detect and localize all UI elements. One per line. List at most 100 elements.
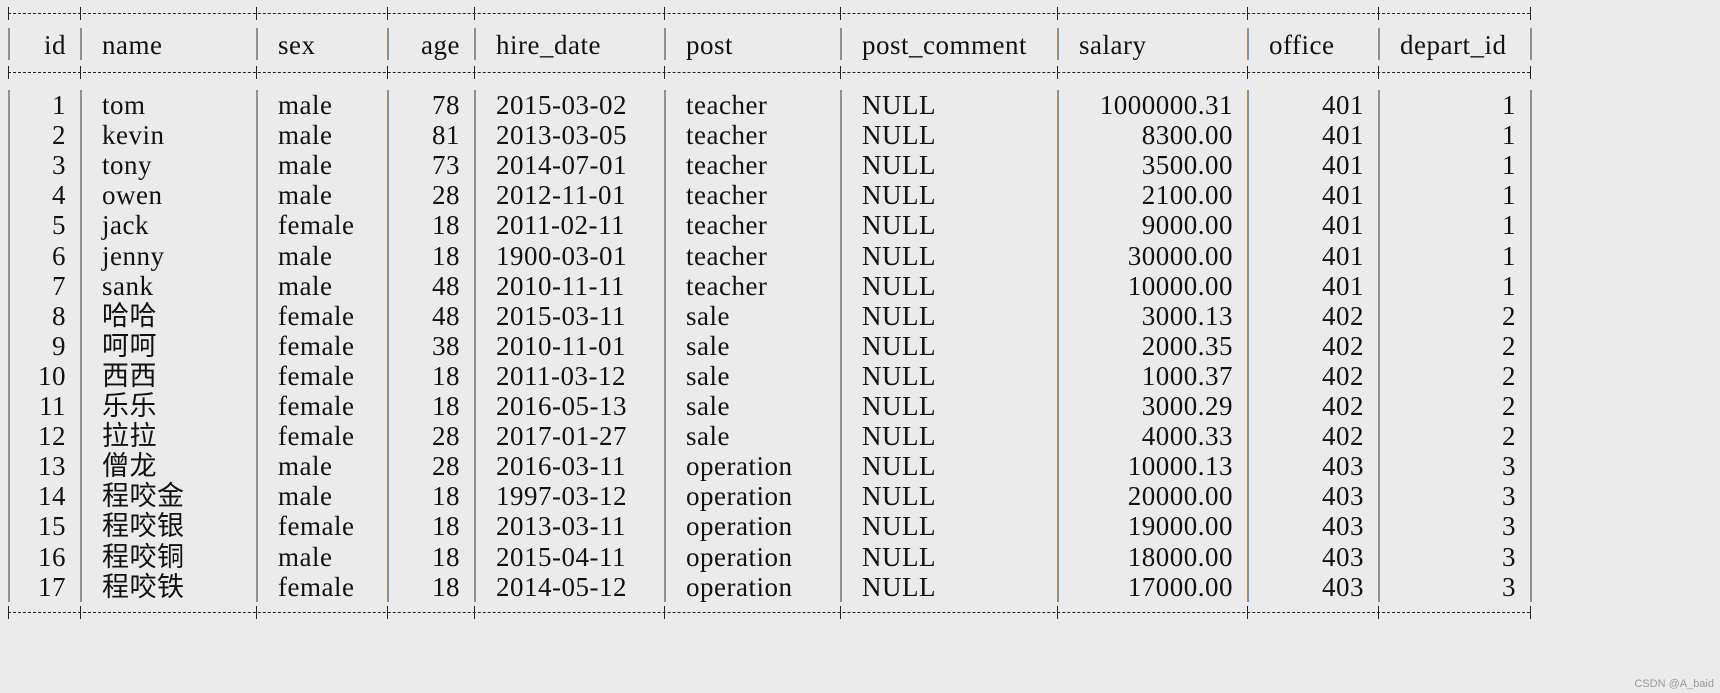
cell-post: sale bbox=[686, 421, 730, 452]
border-corner bbox=[7, 7, 9, 20]
cell-post: teacher bbox=[686, 150, 768, 181]
cell-name: kevin bbox=[102, 120, 165, 151]
border-corner bbox=[663, 7, 665, 20]
border-corner bbox=[1246, 7, 1248, 20]
cell-depart-id: 2 bbox=[1502, 391, 1516, 421]
cell-salary: 1000000.31 bbox=[1099, 90, 1233, 120]
cell-post-comment: NULL bbox=[862, 511, 936, 542]
cell-sex: male bbox=[278, 90, 333, 120]
cell-age: 28 bbox=[432, 421, 460, 452]
border-corner bbox=[839, 7, 841, 20]
cell-name: 僧龙 bbox=[102, 451, 157, 482]
column-header-depart-id: depart_id bbox=[1400, 30, 1507, 60]
column-header-id: id bbox=[43, 30, 66, 60]
cell-name: jenny bbox=[102, 240, 165, 271]
cell-post-comment: NULL bbox=[862, 571, 936, 602]
cell-hire-date: 1900-03-01 bbox=[496, 240, 627, 271]
cell-name: 程咬铁 bbox=[102, 571, 185, 602]
border-corner bbox=[79, 66, 81, 79]
cell-post: operation bbox=[686, 481, 793, 512]
cell-depart-id: 1 bbox=[1502, 120, 1516, 151]
border-corner bbox=[1246, 66, 1248, 79]
border-corner bbox=[255, 606, 257, 619]
cell-salary: 3500.00 bbox=[1141, 150, 1233, 181]
column-separator bbox=[474, 90, 476, 602]
cell-sex: male bbox=[278, 240, 333, 271]
cell-post: teacher bbox=[686, 210, 768, 241]
column-separator bbox=[8, 90, 10, 602]
cell-salary: 18000.00 bbox=[1127, 541, 1233, 572]
border-corner bbox=[79, 7, 81, 20]
cell-hire-date: 2012-11-01 bbox=[496, 180, 626, 211]
border-corner bbox=[1377, 7, 1379, 20]
cell-salary: 20000.00 bbox=[1127, 481, 1233, 512]
cell-office: 403 bbox=[1322, 511, 1364, 542]
border-corner bbox=[7, 66, 9, 79]
cell-office: 401 bbox=[1322, 150, 1364, 181]
column-header-age: age bbox=[421, 30, 460, 60]
column-separator bbox=[1057, 28, 1059, 60]
column-separator bbox=[80, 90, 82, 602]
cell-post-comment: NULL bbox=[862, 270, 936, 301]
cell-post: teacher bbox=[686, 90, 768, 120]
border-corner bbox=[255, 7, 257, 20]
cell-post-comment: NULL bbox=[862, 451, 936, 482]
cell-office: 402 bbox=[1322, 421, 1364, 452]
cell-hire-date: 2015-04-11 bbox=[496, 541, 626, 572]
cell-hire-date: 2016-05-13 bbox=[496, 391, 627, 421]
cell-name: 呵呵 bbox=[102, 330, 157, 361]
cell-id: 11 bbox=[39, 391, 66, 421]
cell-office: 403 bbox=[1322, 451, 1364, 482]
cell-id: 5 bbox=[52, 210, 66, 241]
cell-post-comment: NULL bbox=[862, 391, 936, 421]
cell-hire-date: 2017-01-27 bbox=[496, 421, 627, 452]
border-corner bbox=[255, 66, 257, 79]
column-separator bbox=[1247, 90, 1249, 602]
column-header-post: post bbox=[686, 30, 734, 60]
cell-age: 18 bbox=[432, 240, 460, 271]
cell-office: 402 bbox=[1322, 360, 1364, 391]
cell-post-comment: NULL bbox=[862, 120, 936, 151]
cell-hire-date: 2011-03-12 bbox=[496, 360, 626, 391]
cell-age: 81 bbox=[432, 120, 460, 151]
border-corner bbox=[473, 66, 475, 79]
cell-age: 28 bbox=[432, 180, 460, 211]
cell-post-comment: NULL bbox=[862, 481, 936, 512]
border-corner bbox=[663, 606, 665, 619]
cell-salary: 1000.37 bbox=[1141, 360, 1233, 391]
cell-sex: female bbox=[278, 330, 355, 361]
cell-depart-id: 3 bbox=[1502, 481, 1516, 512]
cell-salary: 9000.00 bbox=[1141, 210, 1233, 241]
cell-id: 8 bbox=[52, 300, 66, 331]
cell-sex: female bbox=[278, 511, 355, 542]
border-corner bbox=[79, 606, 81, 619]
cell-sex: female bbox=[278, 571, 355, 602]
border-corner bbox=[473, 606, 475, 619]
cell-id: 16 bbox=[38, 541, 66, 572]
border-corner bbox=[839, 606, 841, 619]
cell-post: sale bbox=[686, 391, 730, 421]
table-border-bottom bbox=[8, 612, 1530, 613]
cell-sex: female bbox=[278, 391, 355, 421]
column-separator bbox=[1378, 90, 1380, 602]
cell-id: 10 bbox=[38, 360, 66, 391]
cell-office: 401 bbox=[1322, 240, 1364, 271]
cell-name: sank bbox=[102, 270, 154, 301]
cell-office: 402 bbox=[1322, 330, 1364, 361]
cell-id: 3 bbox=[52, 150, 66, 181]
cell-depart-id: 1 bbox=[1502, 240, 1516, 271]
column-header-salary: salary bbox=[1079, 30, 1147, 60]
column-separator bbox=[1530, 28, 1532, 60]
column-separator bbox=[256, 28, 258, 60]
cell-depart-id: 2 bbox=[1502, 300, 1516, 331]
cell-id: 2 bbox=[52, 120, 66, 151]
cell-depart-id: 3 bbox=[1502, 571, 1516, 602]
cell-sex: female bbox=[278, 300, 355, 331]
cell-hire-date: 2015-03-02 bbox=[496, 90, 627, 120]
cell-salary: 10000.13 bbox=[1127, 451, 1233, 482]
cell-id: 15 bbox=[38, 511, 66, 542]
cell-salary: 2100.00 bbox=[1141, 180, 1233, 211]
cell-age: 28 bbox=[432, 451, 460, 482]
cell-hire-date: 2016-03-11 bbox=[496, 451, 626, 482]
cell-id: 9 bbox=[52, 330, 66, 361]
